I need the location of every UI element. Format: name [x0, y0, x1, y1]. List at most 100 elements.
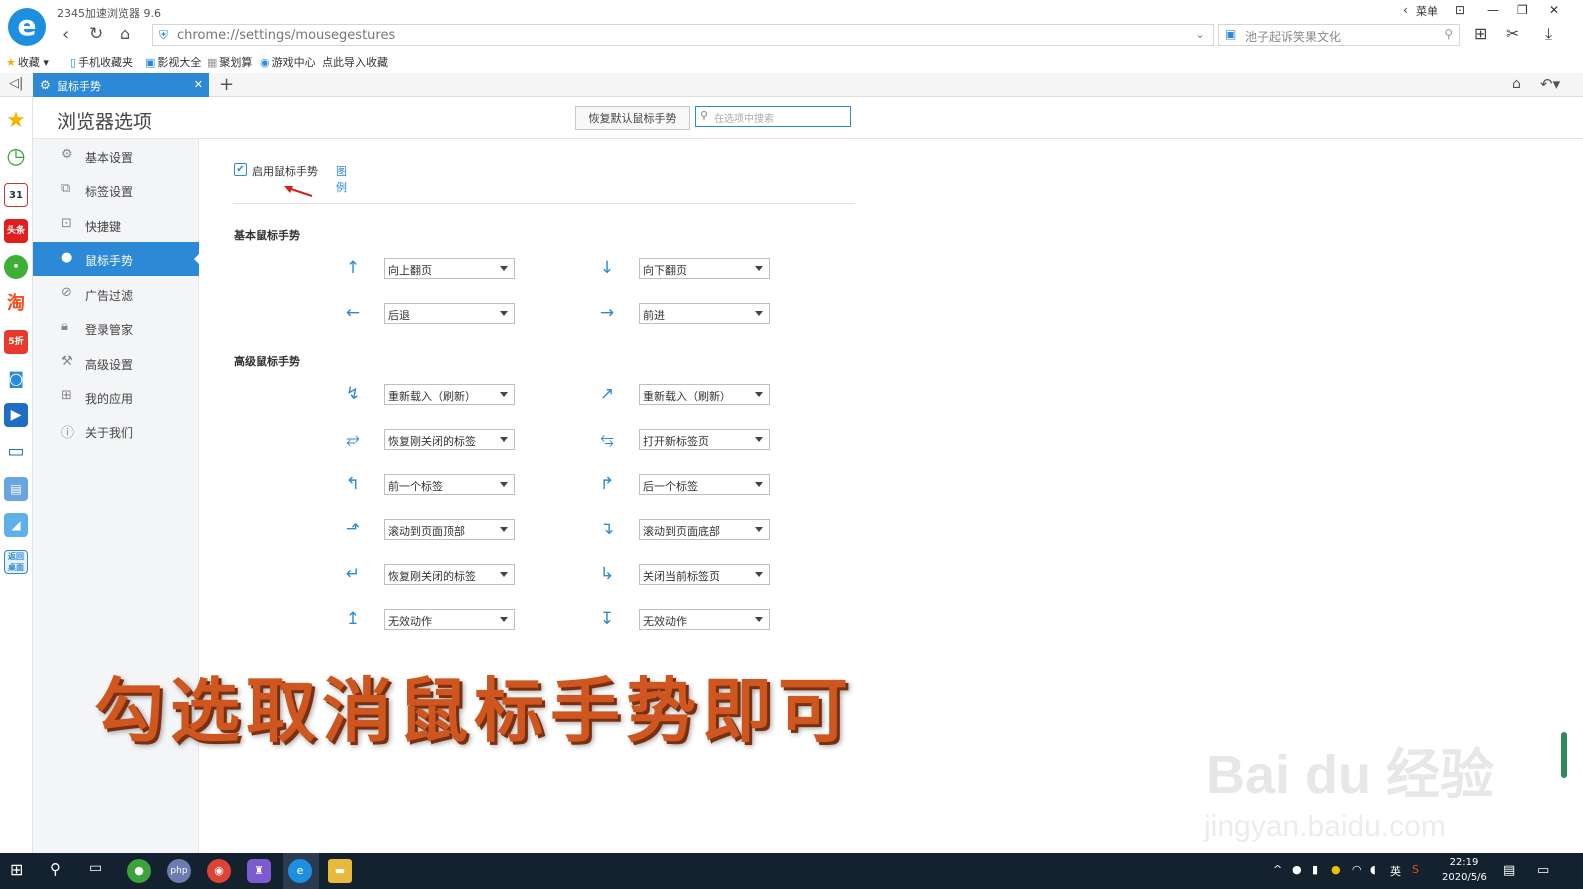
- return-desktop-icon[interactable]: 返回桌面: [4, 550, 28, 574]
- search-icon[interactable]: ⚲: [1444, 27, 1453, 41]
- sidebar-item-adblock[interactable]: ⊘ 广告过滤: [33, 277, 199, 311]
- file-explorer-icon[interactable]: ▬: [328, 859, 352, 883]
- sidebar-item-tabs[interactable]: ⧉ 标签设置: [33, 173, 199, 207]
- tab-mousegestures[interactable]: ⚙ 鼠标手势 ✕: [33, 73, 209, 97]
- gesture-adv-select[interactable]: 无效动作: [639, 609, 770, 630]
- tabs-icon: ⧉: [61, 181, 71, 196]
- gesture-adv-select[interactable]: 关闭当前标签页: [639, 564, 770, 585]
- gesture-adv-select[interactable]: 恢复刚关闭的标签: [384, 564, 515, 585]
- close-icon[interactable]: ✕: [1549, 3, 1559, 17]
- reload-icon[interactable]: ↻: [89, 24, 103, 44]
- gamepad-icon[interactable]: ◙: [4, 367, 28, 391]
- ime-indicator[interactable]: 英: [1390, 863, 1401, 879]
- tray-app-icon[interactable]: ●: [1331, 863, 1341, 876]
- menu-chevron-icon[interactable]: ‹: [1403, 3, 1408, 17]
- gesture-adv-select[interactable]: 滚动到页面顶部: [384, 519, 515, 540]
- gesture-up-select[interactable]: 向上翻页: [384, 258, 515, 279]
- bookmark-games[interactable]: ◉ 游戏中心: [260, 54, 316, 70]
- php-icon[interactable]: php: [167, 859, 191, 883]
- legend-link[interactable]: 图例: [336, 163, 347, 195]
- mic-icon[interactable]: ▮: [1312, 863, 1318, 876]
- toutiao-icon[interactable]: 头条: [4, 219, 28, 243]
- calculator-icon[interactable]: ▤: [4, 477, 28, 501]
- sidebar-item-login[interactable]: 🔒︎ 登录管家: [33, 311, 199, 345]
- sidebar-item-advanced[interactable]: ⚒ 高级设置: [33, 346, 199, 380]
- qq-icon[interactable]: ●: [1292, 863, 1302, 876]
- notification-icon[interactable]: ▭: [1537, 863, 1549, 878]
- gesture-adv-select[interactable]: 无效动作: [384, 609, 515, 630]
- app-green-icon[interactable]: ●: [127, 859, 151, 883]
- chrome-icon[interactable]: ◉: [207, 859, 231, 883]
- calendar-icon[interactable]: 31: [4, 183, 28, 207]
- address-bar[interactable]: ⛨ chrome://settings/mousegestures ⌄: [152, 24, 1214, 46]
- menu-button[interactable]: 菜单: [1416, 3, 1438, 19]
- caret-down-icon: [500, 311, 508, 316]
- gesture-adv-select[interactable]: 恢复刚关闭的标签: [384, 429, 515, 450]
- eraser-icon[interactable]: ◢: [4, 513, 28, 537]
- search-box-text[interactable]: 池子起诉笑果文化: [1245, 28, 1341, 45]
- tab-close-icon[interactable]: ✕: [194, 78, 203, 91]
- sidebar-item-apps[interactable]: ⊞ 我的应用: [33, 380, 199, 414]
- gesture-adv-select[interactable]: 滚动到页面底部: [639, 519, 770, 540]
- sale-icon[interactable]: 5折: [4, 330, 28, 354]
- address-url[interactable]: chrome://settings/mousegestures: [177, 28, 395, 43]
- video-icon[interactable]: ▶: [4, 403, 28, 427]
- sidebar-item-basic[interactable]: ⚙ 基本设置: [33, 139, 199, 173]
- sidebar-item-shortcuts[interactable]: ⊡ 快捷键: [33, 208, 199, 242]
- bookmark-import[interactable]: 点此导入收藏: [322, 54, 388, 70]
- sidebar-toggle-icon[interactable]: ◁|: [9, 76, 23, 91]
- skin-icon[interactable]: ⊡: [1455, 3, 1465, 17]
- gesture-adv-select[interactable]: 前一个标签: [384, 474, 515, 495]
- taobao-icon[interactable]: 淘: [4, 292, 28, 316]
- options-search-input[interactable]: ⚲ 在选项中搜索: [695, 106, 851, 127]
- secure-icon: ⛨: [159, 28, 169, 42]
- select-value: 恢复刚关闭的标签: [388, 435, 476, 448]
- undo-icon[interactable]: ↶▾: [1540, 75, 1560, 93]
- gesture-right-select[interactable]: 前进: [639, 303, 770, 324]
- extension-icon[interactable]: ⌂: [1512, 76, 1521, 92]
- chevron-down-icon[interactable]: ⌄: [1195, 27, 1205, 41]
- browser-2345-icon[interactable]: e: [288, 859, 312, 883]
- enable-gestures-checkbox[interactable]: ✔: [234, 163, 247, 176]
- web-search-box[interactable]: ▣ 池子起诉笑果文化 ⚲: [1218, 24, 1460, 46]
- gesture-down-select[interactable]: 向下翻页: [639, 258, 770, 279]
- apps-grid-icon[interactable]: ⊞: [1474, 24, 1487, 43]
- minimize-icon[interactable]: —: [1487, 3, 1499, 17]
- taskbar-clock[interactable]: 22:19 2020/5/6: [1442, 855, 1487, 885]
- gesture-left-select[interactable]: 后退: [384, 303, 515, 324]
- app-purple-icon[interactable]: ♜: [247, 859, 271, 883]
- download-icon[interactable]: ⤓: [1545, 24, 1552, 44]
- gesture-adv-select[interactable]: 打开新标签页: [639, 429, 770, 450]
- sidebar-item-about[interactable]: ⓘ 关于我们: [33, 414, 199, 448]
- task-view-icon[interactable]: ▭: [89, 860, 102, 876]
- scrollbar-thumb[interactable]: [1561, 732, 1567, 778]
- gesture-adv-select[interactable]: 后一个标签: [639, 474, 770, 495]
- enable-gestures-label[interactable]: 启用鼠标手势: [252, 163, 318, 179]
- volume-icon[interactable]: ◖: [1370, 863, 1376, 876]
- restore-icon[interactable]: ❐: [1517, 3, 1528, 17]
- tray-up-icon[interactable]: ^: [1273, 863, 1282, 876]
- home-icon[interactable]: ⌂: [120, 24, 130, 43]
- notes-icon[interactable]: ▤: [1503, 863, 1515, 878]
- sidebar-item-mousegestures[interactable]: ● 鼠标手势: [33, 242, 200, 276]
- bookmark-video[interactable]: ▣ 影视大全: [145, 54, 201, 70]
- bookmark-mobile[interactable]: ▯ 手机收藏夹: [70, 54, 133, 70]
- windows-start-icon[interactable]: ⊞: [10, 860, 23, 879]
- wrench-icon: ⚒: [61, 354, 73, 369]
- history-clock-icon[interactable]: ◷: [4, 145, 28, 169]
- desktop-icon[interactable]: ▭: [4, 440, 28, 464]
- scissors-icon[interactable]: ✂: [1506, 24, 1519, 43]
- search-icon[interactable]: ⚲: [50, 860, 61, 878]
- wechat-icon[interactable]: •: [4, 255, 28, 279]
- gesture-adv-select[interactable]: 重新载入（刷新）: [639, 384, 770, 405]
- restore-default-gestures-button[interactable]: 恢复默认鼠标手势: [575, 106, 690, 130]
- favorites-star-icon[interactable]: ★: [4, 109, 28, 133]
- back-icon[interactable]: ‹: [62, 24, 69, 45]
- new-tab-icon[interactable]: +: [219, 74, 234, 95]
- bookmark-favorites[interactable]: ★ 收藏 ▾: [6, 54, 49, 70]
- bookmark-juhuasuan[interactable]: ▦ 聚划算: [207, 54, 252, 70]
- gesture-adv-select[interactable]: 重新载入（刷新）: [384, 384, 515, 405]
- wifi-icon[interactable]: ◠: [1352, 863, 1362, 876]
- bookmark-label: 点此导入收藏: [322, 56, 388, 69]
- sogou-icon[interactable]: S: [1412, 863, 1419, 876]
